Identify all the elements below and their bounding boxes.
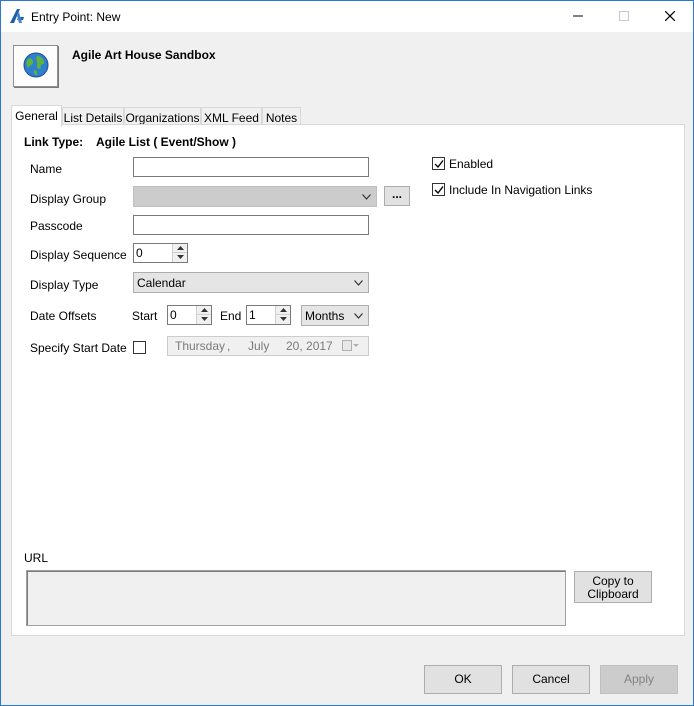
start-offset-stepper[interactable]: 0 (167, 305, 212, 325)
stepper-down-button[interactable] (276, 315, 290, 324)
display-sequence-stepper[interactable]: 0 (133, 243, 188, 263)
display-group-select[interactable] (133, 186, 377, 207)
chevron-down-icon (354, 280, 363, 286)
checkmark-icon (434, 160, 444, 169)
globe-icon (23, 52, 49, 78)
include-navigation-label: Include In Navigation Links (449, 183, 593, 197)
arrow-down-icon (201, 317, 208, 321)
stepper-buttons (196, 306, 211, 324)
stepper-up-button[interactable] (173, 244, 187, 253)
name-label: Name (30, 162, 63, 176)
copy-to-clipboard-button[interactable]: Copy to Clipboard (574, 571, 652, 603)
link-type-value: Agile List ( Event/Show ) (96, 135, 237, 149)
entry-point-dialog: Entry Point: New Agile Art House Sandbox… (0, 0, 694, 706)
stepper-buttons (275, 306, 290, 324)
organization-name: Agile Art House Sandbox (72, 48, 216, 62)
close-icon (665, 11, 675, 21)
display-group-browse-button[interactable]: ... (384, 186, 410, 206)
specify-start-date-checkbox[interactable] (133, 341, 146, 354)
arrow-up-icon (201, 308, 208, 312)
chevron-down-icon (362, 194, 371, 200)
globe-icon-frame (13, 45, 58, 87)
maximize-icon (619, 11, 629, 21)
close-button[interactable] (647, 1, 693, 32)
date-month: July (248, 339, 270, 353)
enabled-checkbox[interactable] (432, 157, 445, 170)
arrow-down-icon (280, 317, 287, 321)
maximize-button (601, 1, 647, 32)
offset-unit-value: Months (305, 309, 345, 323)
arrow-down-icon (177, 255, 184, 259)
minimize-button[interactable] (555, 1, 601, 32)
passcode-input[interactable] (133, 215, 369, 235)
include-navigation-checkbox[interactable] (432, 183, 445, 196)
stepper-buttons (172, 244, 187, 262)
enabled-label: Enabled (449, 157, 494, 171)
chevron-down-icon (354, 313, 363, 319)
display-sequence-value: 0 (136, 246, 143, 260)
name-input[interactable] (133, 157, 369, 177)
url-output[interactable] (26, 570, 566, 626)
display-sequence-label: Display Sequence (30, 248, 127, 262)
start-label: Start (132, 309, 158, 323)
stepper-down-button[interactable] (197, 315, 211, 324)
display-type-label: Display Type (30, 278, 99, 292)
arrow-up-icon (280, 308, 287, 312)
stepper-up-button[interactable] (276, 306, 290, 315)
display-type-value: Calendar (137, 276, 186, 290)
cancel-button[interactable]: Cancel (512, 665, 590, 694)
offset-unit-select[interactable]: Months (301, 305, 369, 326)
start-offset-value: 0 (170, 308, 177, 322)
ok-button[interactable]: OK (424, 665, 502, 694)
checkmark-icon (434, 186, 444, 195)
start-date-picker: Thursday , July 20, 2017 (167, 336, 369, 356)
dialog-header: Agile Art House Sandbox (1, 32, 693, 102)
date-separator: , (227, 339, 231, 353)
display-type-select[interactable]: Calendar (133, 272, 369, 293)
end-offset-value: 1 (249, 308, 256, 322)
link-type-label: Link Type: (24, 135, 84, 149)
specify-start-date-label: Specify Start Date (30, 341, 127, 355)
general-tab-panel: Link Type: Agile List ( Event/Show ) Nam… (11, 124, 685, 636)
apply-button[interactable]: Apply (600, 665, 678, 694)
stepper-up-button[interactable] (197, 306, 211, 315)
stepper-down-button[interactable] (173, 253, 187, 262)
date-weekday: Thursday (175, 339, 226, 353)
minimize-icon (573, 15, 583, 17)
url-label: URL (24, 551, 49, 565)
calendar-icon (342, 340, 360, 355)
window-title: Entry Point: New (31, 10, 121, 24)
title-bar: Entry Point: New (1, 1, 693, 32)
date-day-year: 20, 2017 (286, 339, 333, 353)
display-group-label: Display Group (30, 192, 107, 206)
passcode-label: Passcode (30, 219, 83, 233)
end-label: End (220, 309, 242, 323)
tab-general[interactable]: General (11, 105, 62, 127)
end-offset-stepper[interactable]: 1 (246, 305, 291, 325)
arrow-up-icon (177, 246, 184, 250)
date-offsets-label: Date Offsets (30, 309, 97, 323)
agile-logo-icon (9, 8, 25, 24)
